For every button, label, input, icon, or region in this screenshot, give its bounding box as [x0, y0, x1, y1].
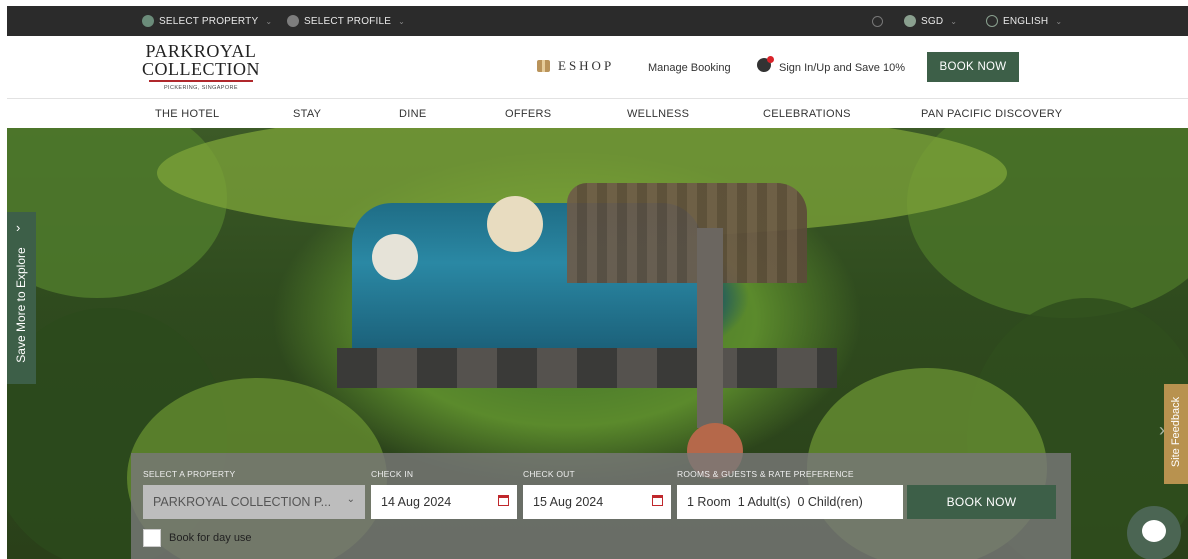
- checkout-field[interactable]: 15 Aug 2024: [523, 485, 671, 519]
- property-label: SELECT A PROPERTY: [143, 469, 236, 479]
- day-use-label: Book for day use: [169, 532, 252, 544]
- chevron-down-icon: ⌄: [950, 16, 958, 26]
- save-more-label: Save More to Explore: [14, 247, 28, 363]
- chevron-down-icon: ⌄: [346, 494, 355, 505]
- chat-bubble-icon[interactable]: [1127, 506, 1181, 559]
- nav-item-pan-pacific-discovery[interactable]: PAN PACIFIC DISCOVERY: [921, 108, 1062, 120]
- eshop-link[interactable]: ESHOP: [537, 58, 614, 74]
- select-profile-label: SELECT PROFILE: [304, 15, 392, 27]
- logo-subtitle: PICKERING, SINGAPORE: [163, 84, 238, 91]
- currency-selector[interactable]: SGD ⌄: [904, 6, 957, 36]
- chevron-down-icon: ⌄: [1055, 16, 1063, 26]
- site-feedback-tab[interactable]: Site Feedback: [1164, 384, 1188, 484]
- gift-icon: [537, 60, 550, 72]
- page: SELECT PROPERTY ⌄ SELECT PROFILE ⌄ SGD ⌄…: [7, 6, 1188, 559]
- day-use-checkbox[interactable]: [143, 529, 161, 547]
- site-header: PARKROYAL COLLECTION PICKERING, SINGAPOR…: [7, 36, 1188, 98]
- location-icon: [142, 15, 154, 27]
- property-select[interactable]: PARKROYAL COLLECTION P... ⌄: [143, 485, 365, 519]
- select-property-label: SELECT PROPERTY: [159, 15, 259, 27]
- site-feedback-label: Site Feedback: [1170, 396, 1182, 468]
- main-nav: THE HOTEL STAY DINE OFFERS WELLNESS CELE…: [7, 98, 1188, 129]
- logo-line2: COLLECTION: [142, 59, 260, 79]
- sign-in-link[interactable]: Sign In/Up and Save 10%: [779, 62, 905, 74]
- nav-item-dine[interactable]: DINE: [399, 108, 426, 120]
- walkway: [697, 228, 723, 428]
- chevron-down-icon: ⌄: [265, 16, 273, 26]
- chevron-right-icon: ›: [16, 220, 21, 235]
- rooms-label: ROOMS & GUESTS & RATE PREFERENCE: [677, 469, 854, 479]
- user-icon: [757, 56, 774, 72]
- calendar-icon: [498, 495, 509, 506]
- chevron-down-icon: ⌄: [398, 16, 405, 26]
- save-more-tab[interactable]: › Save More to Explore: [7, 212, 36, 384]
- brand-logo[interactable]: PARKROYAL COLLECTION PICKERING, SINGAPOR…: [142, 42, 260, 91]
- umbrella: [372, 234, 418, 280]
- globe-icon: [986, 15, 998, 27]
- booking-widget: SELECT A PROPERTY PARKROYAL COLLECTION P…: [131, 453, 1071, 559]
- select-profile-menu[interactable]: SELECT PROFILE ⌄: [287, 6, 405, 36]
- header-book-now-button[interactable]: BOOK NOW: [927, 52, 1019, 82]
- select-property-menu[interactable]: SELECT PROPERTY ⌄: [142, 6, 272, 36]
- umbrella: [487, 196, 543, 252]
- pool-deck: [567, 183, 807, 283]
- checkin-value: 14 Aug 2024: [381, 495, 452, 509]
- calendar-icon: [652, 495, 663, 506]
- language-label: ENGLISH: [1003, 15, 1049, 27]
- book-now-button[interactable]: BOOK NOW: [907, 485, 1056, 519]
- language-selector[interactable]: ENGLISH ⌄: [986, 6, 1062, 36]
- currency-label: SGD: [921, 15, 944, 27]
- logo-divider: [148, 80, 253, 82]
- nav-item-wellness[interactable]: WELLNESS: [627, 108, 689, 120]
- rooms-guests-field[interactable]: 1 Room 1 Adult(s) 0 Child(ren): [677, 485, 903, 519]
- nav-item-offers[interactable]: OFFERS: [505, 108, 551, 120]
- currency-icon: [904, 15, 916, 27]
- checkout-label: CHECK OUT: [523, 469, 575, 479]
- nav-item-the-hotel[interactable]: THE HOTEL: [155, 108, 219, 120]
- day-use-option[interactable]: Book for day use: [143, 529, 252, 547]
- nav-item-stay[interactable]: STAY: [293, 108, 321, 120]
- pool-edge: [337, 348, 837, 388]
- logo-line1: PARKROYAL: [145, 41, 257, 61]
- search-button[interactable]: [872, 6, 883, 36]
- search-icon: [872, 15, 883, 27]
- nav-item-celebrations[interactable]: CELEBRATIONS: [763, 108, 851, 120]
- eshop-label: ESHOP: [558, 58, 615, 73]
- checkout-value: 15 Aug 2024: [533, 495, 604, 509]
- property-value: PARKROYAL COLLECTION P...: [153, 495, 332, 509]
- profile-icon: [287, 15, 299, 27]
- checkin-label: CHECK IN: [371, 469, 414, 479]
- manage-booking-link[interactable]: Manage Booking: [648, 62, 731, 74]
- utility-bar: SELECT PROPERTY ⌄ SELECT PROFILE ⌄ SGD ⌄…: [7, 6, 1188, 36]
- checkin-field[interactable]: 14 Aug 2024: [371, 485, 517, 519]
